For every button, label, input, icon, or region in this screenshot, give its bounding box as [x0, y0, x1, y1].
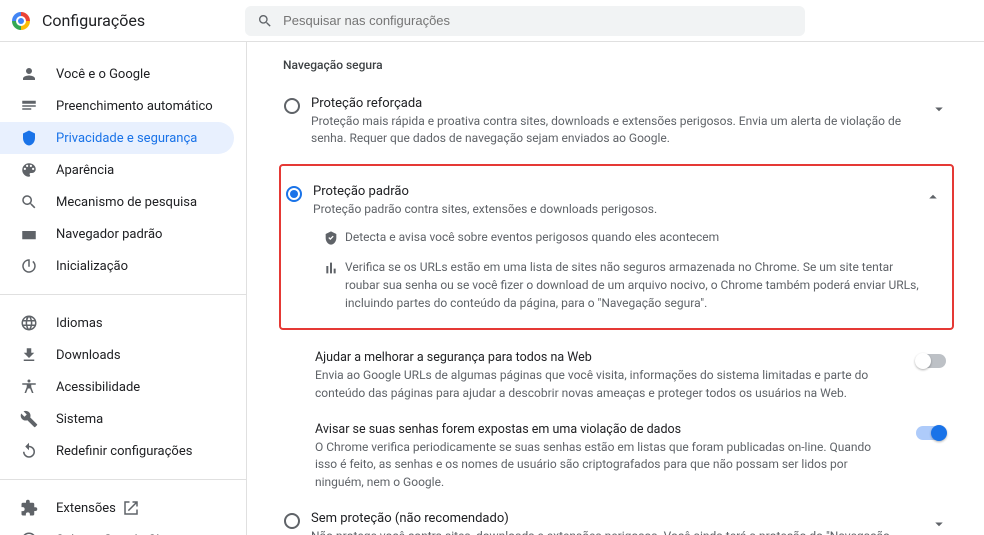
shield-icon — [20, 129, 38, 147]
detail-verifies: Verifica se os URLs estão em uma lista d… — [281, 252, 948, 318]
option-title: Sem proteção (não recomendado) — [311, 511, 918, 526]
palette-icon — [20, 161, 38, 179]
detail-detects: Detecta e avisa você sobre eventos perig… — [281, 222, 948, 252]
sidebar-label: Acessibilidade — [56, 380, 140, 395]
expand-button[interactable] — [930, 100, 948, 122]
header-bar: Configurações — [0, 0, 984, 42]
option-title: Proteção padrão — [313, 184, 912, 199]
toggle-help-improve: Ajudar a melhorar a segurança para todos… — [279, 340, 954, 412]
search-box[interactable] — [245, 6, 805, 36]
option-standard-protection[interactable]: Proteção padrão Proteção padrão contra s… — [281, 174, 948, 222]
sidebar-label: Sistema — [56, 412, 103, 427]
sidebar-item-downloads[interactable]: Downloads — [0, 339, 234, 371]
autofill-icon — [20, 97, 38, 115]
option-desc: Proteção mais rápida e proativa contra s… — [311, 113, 918, 148]
chrome-logo-icon — [12, 12, 30, 30]
external-link-icon — [122, 499, 140, 517]
reset-icon — [20, 442, 38, 460]
option-desc: Não protege você contra sites, downloads… — [311, 528, 918, 535]
chrome-icon — [20, 531, 38, 535]
toggle-password-warn: Avisar se suas senhas forem expostas em … — [279, 412, 954, 501]
startup-icon — [20, 257, 38, 275]
sidebar-item-startup[interactable]: Inicialização — [0, 250, 234, 282]
sidebar-item-accessibility[interactable]: Acessibilidade — [0, 371, 234, 403]
sidebar-label: Mecanismo de pesquisa — [56, 195, 197, 210]
toggle-switch-password-warn[interactable] — [916, 426, 946, 440]
option-no-protection[interactable]: Sem proteção (não recomendado) Não prote… — [279, 501, 954, 535]
sidebar-item-system[interactable]: Sistema — [0, 403, 234, 435]
radio-none[interactable] — [279, 511, 305, 529]
person-icon — [20, 65, 38, 83]
sidebar-label: Aparência — [56, 163, 114, 178]
toggle-desc: Envia ao Google URLs de algumas páginas … — [315, 367, 886, 402]
globe-icon — [20, 314, 38, 332]
sidebar-label: Redefinir configurações — [56, 444, 192, 459]
sidebar-label: Privacidade e segurança — [56, 131, 197, 146]
toggle-switch-help-improve[interactable] — [916, 354, 946, 368]
extensions-icon — [20, 499, 38, 517]
sidebar-item-privacy[interactable]: Privacidade e segurança — [0, 122, 234, 154]
shield-check-icon — [323, 230, 339, 246]
radio-standard[interactable] — [281, 184, 307, 202]
bar-chart-icon — [323, 260, 339, 276]
toggle-desc: O Chrome verifica periodicamente se suas… — [315, 439, 886, 491]
download-icon — [20, 346, 38, 364]
sidebar-item-reset[interactable]: Redefinir configurações — [0, 435, 234, 467]
search-input[interactable] — [283, 13, 793, 28]
sidebar-label: Inicialização — [56, 259, 128, 274]
content-area: Navegação segura Proteção reforçada Prot… — [246, 42, 984, 535]
sidebar-item-about[interactable]: Sobre o Google Chrome — [0, 524, 234, 535]
sidebar-item-appearance[interactable]: Aparência — [0, 154, 234, 186]
accessibility-icon — [20, 378, 38, 396]
chevron-down-icon — [930, 100, 948, 118]
option-desc: Proteção padrão contra sites, extensões … — [313, 201, 912, 218]
sidebar-item-extensions[interactable]: Extensões — [0, 492, 234, 524]
sidebar-item-you-and-google[interactable]: Você e o Google — [0, 58, 234, 90]
toggle-title: Ajudar a melhorar a segurança para todos… — [315, 350, 886, 365]
sidebar-label: Preenchimento automático — [56, 99, 213, 114]
sidebar-label: Navegador padrão — [56, 227, 162, 242]
chevron-up-icon — [924, 188, 942, 206]
section-title: Navegação segura — [279, 58, 954, 72]
toggle-title: Avisar se suas senhas forem expostas em … — [315, 422, 886, 437]
page-title: Configurações — [42, 11, 145, 30]
expand-button[interactable] — [930, 515, 948, 535]
sidebar-item-default-browser[interactable]: Navegador padrão — [0, 218, 234, 250]
search-icon — [20, 193, 38, 211]
option-enhanced-protection[interactable]: Proteção reforçada Proteção mais rápida … — [279, 86, 954, 158]
detail-text: Detecta e avisa você sobre eventos perig… — [345, 228, 940, 246]
divider — [0, 294, 246, 295]
browser-icon — [20, 225, 38, 243]
highlighted-standard-option: Proteção padrão Proteção padrão contra s… — [279, 164, 954, 330]
sidebar-label: Downloads — [56, 348, 121, 363]
search-icon — [257, 13, 273, 29]
option-title: Proteção reforçada — [311, 96, 918, 111]
sidebar-item-languages[interactable]: Idiomas — [0, 307, 234, 339]
system-icon — [20, 410, 38, 428]
chevron-down-icon — [930, 515, 948, 533]
sidebar-label: Você e o Google — [56, 67, 150, 82]
sidebar-label: Idiomas — [56, 316, 103, 331]
divider — [0, 479, 246, 480]
sidebar-label: Extensões — [56, 501, 116, 516]
collapse-button[interactable] — [924, 188, 942, 210]
sidebar: Você e o Google Preenchimento automático… — [0, 42, 246, 535]
detail-text: Verifica se os URLs estão em uma lista d… — [345, 258, 940, 312]
sidebar-item-search-engine[interactable]: Mecanismo de pesquisa — [0, 186, 234, 218]
sidebar-item-autofill[interactable]: Preenchimento automático — [0, 90, 234, 122]
radio-enhanced[interactable] — [279, 96, 305, 114]
